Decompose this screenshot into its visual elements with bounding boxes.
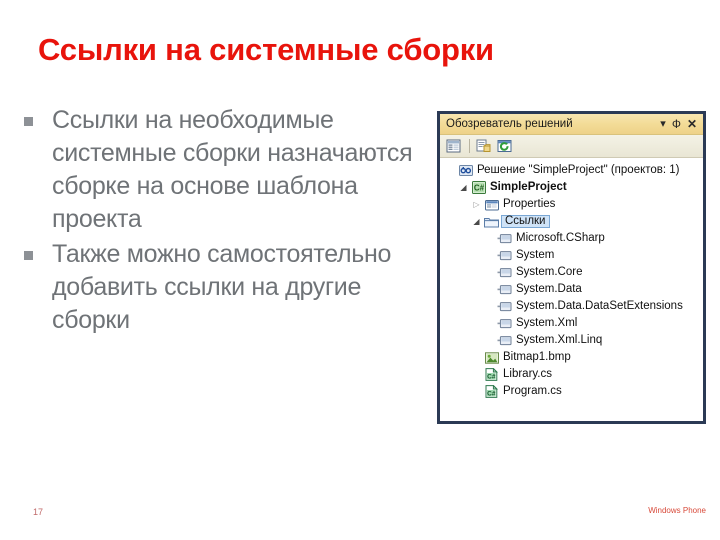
tree-node-label: System.Xml.Linq <box>516 333 603 346</box>
tree-node[interactable]: System.Data <box>440 281 703 298</box>
tree-node[interactable]: System <box>440 247 703 264</box>
solution-explorer-toolbar <box>440 135 703 158</box>
tree-node-label: System.Data <box>516 282 582 295</box>
chevron-down-icon[interactable]: ▾ <box>660 118 666 130</box>
tree-node-label: Microsoft.CSharp <box>516 231 605 244</box>
solution-explorer-title: Обозреватель решений <box>446 118 573 130</box>
tree-node[interactable]: System.Data.DataSetExtensions <box>440 298 703 315</box>
solution-explorer-window: Обозреватель решений ▾ Ф ✕ Решение "Simp… <box>437 111 706 424</box>
svg-text:C#: C# <box>473 184 484 193</box>
tree-node[interactable]: System.Xml.Linq <box>440 332 703 349</box>
tree-node-label: Решение "SimpleProject" (проектов: 1) <box>477 163 680 176</box>
reference-icon <box>496 267 513 278</box>
tree-node-label: Ссылки <box>501 214 550 229</box>
tree-node[interactable]: Решение "SimpleProject" (проектов: 1) <box>440 162 703 179</box>
page-number: 17 <box>33 507 44 517</box>
refresh-icon[interactable] <box>495 137 514 155</box>
csharp-file-icon: C# <box>483 385 500 398</box>
properties-window-icon[interactable] <box>444 137 463 155</box>
reference-icon <box>496 318 513 329</box>
svg-text:C#: C# <box>487 373 496 380</box>
references-folder-icon <box>483 216 500 228</box>
properties-folder-icon <box>483 199 500 211</box>
tree-node-label: System.Xml <box>516 316 578 329</box>
csharp-file-icon: C# <box>483 368 500 381</box>
tree-node-label: System <box>516 248 555 261</box>
solution-explorer-titlebar: Обозреватель решений ▾ Ф ✕ <box>440 114 703 135</box>
reference-icon <box>496 335 513 346</box>
reference-icon <box>496 284 513 295</box>
close-icon[interactable]: ✕ <box>687 118 697 130</box>
reference-icon <box>496 250 513 261</box>
bullet-list: Ссылки на необходимые системные сборки н… <box>22 104 432 339</box>
bitmap-file-icon <box>483 351 500 364</box>
page-title: Ссылки на системные сборки <box>38 32 494 67</box>
tree-node[interactable]: C# Program.cs <box>440 383 703 400</box>
footer-note: Windows Phone <box>648 506 706 515</box>
csharp-project-icon: C# <box>470 181 487 194</box>
tree-node[interactable]: ▷ Properties <box>440 196 703 213</box>
tree-node-label: SimpleProject <box>490 180 567 193</box>
bullet-item: Ссылки на необходимые системные сборки н… <box>22 104 432 236</box>
tree-node-label: System.Data.DataSetExtensions <box>516 299 683 312</box>
tree-node-label: Properties <box>503 197 556 210</box>
svg-text:C#: C# <box>487 390 496 397</box>
tree-node-label: Program.cs <box>503 384 562 397</box>
bullet-text: Также можно самостоятельно добавить ссыл… <box>52 240 392 334</box>
reference-icon <box>496 301 513 312</box>
tree-node[interactable]: System.Xml <box>440 315 703 332</box>
reference-icon <box>496 233 513 244</box>
expanded-triangle-icon[interactable]: ◢ <box>457 183 470 192</box>
show-all-files-icon[interactable] <box>474 137 493 155</box>
tree-node-label: Library.cs <box>503 367 552 380</box>
tree-node[interactable]: Bitmap1.bmp <box>440 349 703 366</box>
toolbar-separator <box>469 139 470 153</box>
solution-icon <box>457 164 474 177</box>
tree-node[interactable]: ◢ Ссылки <box>440 213 703 230</box>
solution-tree[interactable]: Решение "SimpleProject" (проектов: 1) ◢ C#… <box>440 158 703 421</box>
bullet-text: Ссылки на необходимые системные сборки н… <box>52 106 413 233</box>
tree-node[interactable]: System.Core <box>440 264 703 281</box>
tree-node[interactable]: Microsoft.CSharp <box>440 230 703 247</box>
expanded-triangle-icon[interactable]: ◢ <box>470 217 483 226</box>
tree-node[interactable]: C# Library.cs <box>440 366 703 383</box>
collapsed-triangle-icon[interactable]: ▷ <box>470 200 483 209</box>
pin-icon[interactable]: Ф <box>672 118 681 130</box>
tree-node-label: System.Core <box>516 265 583 278</box>
tree-node-label: Bitmap1.bmp <box>503 350 571 363</box>
bullet-square-icon <box>24 251 33 260</box>
tree-node[interactable]: ◢ C# SimpleProject <box>440 179 703 196</box>
bullet-item: Также можно самостоятельно добавить ссыл… <box>22 238 432 337</box>
bullet-square-icon <box>24 117 33 126</box>
